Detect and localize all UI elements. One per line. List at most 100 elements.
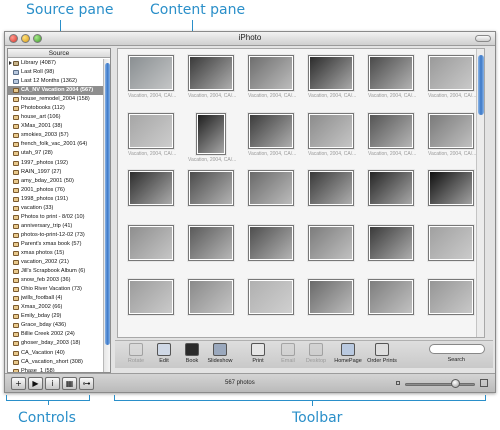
- info-icon: i: [51, 379, 54, 388]
- photo-thumbnail[interactable]: [188, 279, 234, 315]
- add-album-button[interactable]: +: [11, 377, 26, 390]
- photo-thumbnail[interactable]: [128, 170, 174, 206]
- source-item[interactable]: utah_97 (28): [8, 149, 104, 158]
- photo-thumbnail[interactable]: [308, 225, 354, 261]
- photo-thumbnail[interactable]: [308, 279, 354, 315]
- source-item[interactable]: XMas_2001 (38): [8, 122, 104, 131]
- source-item[interactable]: vacation (33): [8, 204, 104, 213]
- photo-thumbnail[interactable]: [368, 225, 414, 261]
- source-item[interactable]: Photobooks (112): [8, 104, 104, 113]
- print-button[interactable]: Print: [243, 343, 273, 364]
- source-item-label: vacation_2002 (21): [21, 259, 69, 266]
- homepage-button[interactable]: HomePage: [333, 343, 363, 364]
- book-button[interactable]: Book: [177, 343, 207, 364]
- photo-thumbnail[interactable]: [128, 113, 174, 149]
- photo-image: [130, 172, 172, 204]
- photo-thumbnail[interactable]: [368, 55, 414, 91]
- photo-thumbnail[interactable]: [248, 279, 294, 315]
- photo-image: [130, 227, 172, 259]
- source-item[interactable]: ghoser_bday_2003 (18): [8, 339, 104, 348]
- source-item[interactable]: CA_vacation_short (308): [8, 358, 104, 367]
- source-item-label: RAIN_1997 (27): [21, 168, 62, 175]
- source-item[interactable]: Grace_bday (436): [8, 321, 104, 330]
- source-item[interactable]: Parent's xmas book (57): [8, 240, 104, 249]
- callout-toolbar: Toolbar: [292, 410, 343, 426]
- source-item[interactable]: vacation_2002 (21): [8, 258, 104, 267]
- source-item[interactable]: Xmas_2002 (66): [8, 303, 104, 312]
- search-input[interactable]: [429, 344, 485, 354]
- source-item[interactable]: house_remodel_2004 (158): [8, 95, 104, 104]
- photo-thumbnail[interactable]: [368, 170, 414, 206]
- edit-button[interactable]: Edit: [149, 343, 179, 364]
- photo-thumbnail[interactable]: [128, 55, 174, 91]
- toolbar-toggle-button[interactable]: [475, 35, 491, 42]
- source-item[interactable]: xmas photos (15): [8, 249, 104, 258]
- thumbnail-size-slider-knob[interactable]: [450, 379, 460, 388]
- photo-thumbnail[interactable]: [428, 225, 474, 261]
- photo-thumbnail[interactable]: [248, 225, 294, 261]
- photo-thumbnail[interactable]: [188, 55, 234, 91]
- info-button[interactable]: i: [45, 377, 60, 390]
- email-button[interactable]: Email: [273, 343, 303, 364]
- source-item-label: Last Roll (98): [21, 69, 55, 76]
- source-item[interactable]: Library (4087): [8, 59, 104, 68]
- source-item[interactable]: jwills_football (4): [8, 294, 104, 303]
- slideshow-button[interactable]: Slideshow: [205, 343, 235, 364]
- source-scrollbar[interactable]: [103, 59, 110, 372]
- source-scroll-thumb[interactable]: [105, 63, 110, 345]
- source-item-label: smokies_2003 (57): [21, 132, 69, 139]
- rotate-button[interactable]: Rotate: [121, 343, 151, 364]
- source-item[interactable]: Jill's Scrapbook Album (6): [8, 267, 104, 276]
- photo-thumbnail[interactable]: [428, 113, 474, 149]
- photo-thumbnail[interactable]: [188, 170, 234, 206]
- source-item[interactable]: Last Roll (98): [8, 68, 104, 77]
- desktop-button[interactable]: Desktop: [301, 343, 331, 364]
- source-item[interactable]: Ohio River Vacation (73): [8, 285, 104, 294]
- album-icon: [13, 350, 19, 356]
- photo-thumbnail[interactable]: [428, 170, 474, 206]
- photo-thumbnail[interactable]: [368, 113, 414, 149]
- photo-thumbnail[interactable]: [128, 279, 174, 315]
- source-item[interactable]: french_folk_vac_2001 (64): [8, 140, 104, 149]
- source-item[interactable]: smokies_2003 (57): [8, 131, 104, 140]
- keywords-button[interactable]: ⊶: [79, 377, 94, 390]
- source-item[interactable]: RAIN_1997 (27): [8, 168, 104, 177]
- photo-thumbnail[interactable]: [196, 113, 226, 155]
- photo-thumbnail[interactable]: [308, 170, 354, 206]
- calendar-view-icon: ▦: [65, 379, 74, 388]
- photo-thumbnail[interactable]: [248, 55, 294, 91]
- source-item[interactable]: anniversary_trip (41): [8, 222, 104, 231]
- photo-thumbnail[interactable]: [248, 170, 294, 206]
- source-item[interactable]: house_art (106): [8, 113, 104, 122]
- source-item-label: Photos to print - 8/02 (10): [21, 213, 85, 220]
- photo-thumbnail[interactable]: [428, 55, 474, 91]
- photo-thumbnail[interactable]: [308, 113, 354, 149]
- play-slideshow-button[interactable]: ▶: [28, 377, 43, 390]
- source-item[interactable]: 1998_photos (191): [8, 195, 104, 204]
- photo-thumbnail[interactable]: [428, 279, 474, 315]
- source-item[interactable]: Last 12 Months (1362): [8, 77, 104, 86]
- source-item[interactable]: CA_NV Vacation 2004 (567): [8, 86, 104, 96]
- order-prints-button[interactable]: Order Prints: [367, 343, 397, 364]
- content-scrollbar[interactable]: [476, 49, 484, 337]
- source-item-label: Xmas_2002 (66): [21, 304, 63, 311]
- source-item[interactable]: snow_feb 2003 (36): [8, 276, 104, 285]
- source-item[interactable]: Emily_bday (29): [8, 312, 104, 321]
- calendar-view-button[interactable]: ▦: [62, 377, 77, 390]
- source-item[interactable]: Photos to print - 8/02 (10): [8, 213, 104, 222]
- photo-thumbnail[interactable]: [368, 279, 414, 315]
- source-item[interactable]: amy_bday_2001 (50): [8, 177, 104, 186]
- photo-thumbnail[interactable]: [308, 55, 354, 91]
- source-item[interactable]: photos-to-print-12-02 (73): [8, 231, 104, 240]
- photo-thumbnail[interactable]: [128, 225, 174, 261]
- photo-thumbnail[interactable]: [248, 113, 294, 149]
- source-item[interactable]: 1997_photos (192): [8, 159, 104, 168]
- photo-caption: Vacation, 2004, CA/...: [308, 151, 357, 157]
- source-item[interactable]: 2001_photos (76): [8, 186, 104, 195]
- disclosure-triangle-icon[interactable]: [9, 61, 12, 65]
- source-item[interactable]: CA_Vacation (40): [8, 349, 104, 358]
- thumbnail-size-slider[interactable]: [405, 383, 475, 386]
- content-scroll-thumb[interactable]: [478, 55, 484, 115]
- photo-thumbnail[interactable]: [188, 225, 234, 261]
- source-item[interactable]: Billie Creek 2002 (24): [8, 330, 104, 339]
